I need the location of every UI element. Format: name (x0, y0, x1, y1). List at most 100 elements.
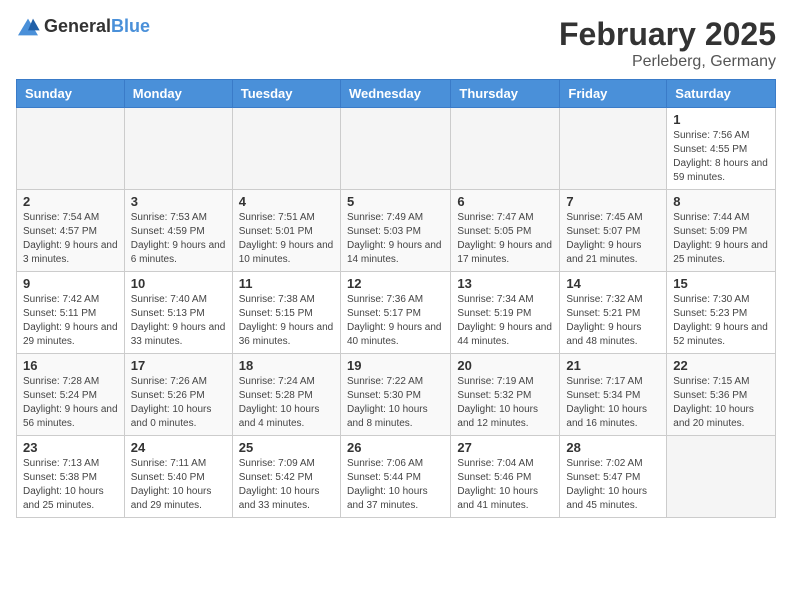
day-number: 24 (131, 440, 226, 455)
day-info: Sunrise: 7:42 AM Sunset: 5:11 PM Dayligh… (23, 293, 118, 349)
calendar-cell (232, 108, 340, 190)
day-info: Sunrise: 7:28 AM Sunset: 5:24 PM Dayligh… (23, 375, 118, 431)
calendar-cell: 26 Sunrise: 7:06 AM Sunset: 5:44 PM Dayli… (340, 436, 450, 518)
calendar-cell (451, 108, 560, 190)
day-number: 19 (347, 358, 444, 373)
calendar-cell: 3Sunrise: 7:53 AM Sunset: 4:59 PM Daylig… (124, 190, 232, 272)
week-row-5: 23Sunrise: 7:13 AM Sunset: 5:38 PM Dayli… (17, 436, 776, 518)
calendar-cell: 13 Sunrise: 7:34 AM Sunset: 5:19 PM Dayli… (451, 272, 560, 354)
day-number: 28 (566, 440, 660, 455)
day-info: Sunrise: 7:11 AM Sunset: 5:40 PM Dayligh… (131, 457, 226, 513)
day-number: 5 (347, 194, 444, 209)
day-info: Sunrise: 7:22 AM Sunset: 5:30 PM Dayligh… (347, 375, 444, 431)
day-number: 25 (239, 440, 334, 455)
title-area: February 2025 Perleberg, Germany (559, 16, 776, 71)
calendar-cell: 2Sunrise: 7:54 AM Sunset: 4:57 PM Daylig… (17, 190, 125, 272)
calendar-table: SundayMondayTuesdayWednesdayThursdayFrid… (16, 79, 776, 518)
day-number: 14 (566, 276, 660, 291)
day-info: Sunrise: 7:32 AM Sunset: 5:21 PM Dayligh… (566, 293, 660, 349)
day-info: Sunrise: 7:26 AM Sunset: 5:26 PM Dayligh… (131, 375, 226, 431)
day-number: 3 (131, 194, 226, 209)
day-info: Sunrise: 7:38 AM Sunset: 5:15 PM Dayligh… (239, 293, 334, 349)
day-info: Sunrise: 7:19 AM Sunset: 5:32 PM Dayligh… (457, 375, 553, 431)
week-row-1: 1 Sunrise: 7:56 AM Sunset: 4:55 PM Daylig… (17, 108, 776, 190)
calendar-cell: 6 Sunrise: 7:47 AM Sunset: 5:05 PM Daylig… (451, 190, 560, 272)
day-number: 17 (131, 358, 226, 373)
day-number: 9 (23, 276, 118, 291)
day-number: 8 (673, 194, 769, 209)
calendar-cell: 14 Sunrise: 7:32 AM Sunset: 5:21 PM Dayli… (560, 272, 667, 354)
day-number: 23 (23, 440, 118, 455)
calendar-cell: 24 Sunrise: 7:11 AM Sunset: 5:40 PM Dayli… (124, 436, 232, 518)
day-info: Sunrise: 7:40 AM Sunset: 5:13 PM Dayligh… (131, 293, 226, 349)
day-number: 7 (566, 194, 660, 209)
weekday-header-monday: Monday (124, 80, 232, 108)
calendar-cell: 8 Sunrise: 7:44 AM Sunset: 5:09 PM Daylig… (667, 190, 776, 272)
logo-blue-text: Blue (111, 16, 150, 36)
page-header: GeneralBlue February 2025 Perleberg, Ger… (16, 16, 776, 71)
calendar-cell: 21 Sunrise: 7:17 AM Sunset: 5:34 PM Dayli… (560, 354, 667, 436)
weekday-header-wednesday: Wednesday (340, 80, 450, 108)
calendar-cell: 7 Sunrise: 7:45 AM Sunset: 5:07 PM Daylig… (560, 190, 667, 272)
day-number: 16 (23, 358, 118, 373)
calendar-cell: 19 Sunrise: 7:22 AM Sunset: 5:30 PM Dayli… (340, 354, 450, 436)
calendar-cell: 28Sunrise: 7:02 AM Sunset: 5:47 PM Dayli… (560, 436, 667, 518)
calendar-cell: 20 Sunrise: 7:19 AM Sunset: 5:32 PM Dayli… (451, 354, 560, 436)
logo-icon (16, 17, 40, 37)
day-info: Sunrise: 7:54 AM Sunset: 4:57 PM Dayligh… (23, 211, 118, 267)
day-number: 22 (673, 358, 769, 373)
location-title: Perleberg, Germany (559, 53, 776, 71)
day-info: Sunrise: 7:36 AM Sunset: 5:17 PM Dayligh… (347, 293, 444, 349)
day-number: 20 (457, 358, 553, 373)
week-row-2: 2Sunrise: 7:54 AM Sunset: 4:57 PM Daylig… (17, 190, 776, 272)
day-number: 10 (131, 276, 226, 291)
day-info: Sunrise: 7:49 AM Sunset: 5:03 PM Dayligh… (347, 211, 444, 267)
day-number: 6 (457, 194, 553, 209)
logo-general-text: General (44, 16, 111, 36)
calendar-cell: 18 Sunrise: 7:24 AM Sunset: 5:28 PM Dayli… (232, 354, 340, 436)
calendar-cell: 10 Sunrise: 7:40 AM Sunset: 5:13 PM Dayli… (124, 272, 232, 354)
calendar-cell: 9 Sunrise: 7:42 AM Sunset: 5:11 PM Daylig… (17, 272, 125, 354)
week-row-3: 9 Sunrise: 7:42 AM Sunset: 5:11 PM Daylig… (17, 272, 776, 354)
weekday-header-thursday: Thursday (451, 80, 560, 108)
calendar-cell (340, 108, 450, 190)
logo: GeneralBlue (16, 16, 150, 37)
day-number: 27 (457, 440, 553, 455)
calendar-cell: 4Sunrise: 7:51 AM Sunset: 5:01 PM Daylig… (232, 190, 340, 272)
day-info: Sunrise: 7:51 AM Sunset: 5:01 PM Dayligh… (239, 211, 334, 267)
day-info: Sunrise: 7:56 AM Sunset: 4:55 PM Dayligh… (673, 129, 769, 185)
calendar-cell (667, 436, 776, 518)
calendar-cell: 17 Sunrise: 7:26 AM Sunset: 5:26 PM Dayli… (124, 354, 232, 436)
calendar-cell (17, 108, 125, 190)
day-info: Sunrise: 7:34 AM Sunset: 5:19 PM Dayligh… (457, 293, 553, 349)
weekday-header-saturday: Saturday (667, 80, 776, 108)
day-number: 13 (457, 276, 553, 291)
day-info: Sunrise: 7:45 AM Sunset: 5:07 PM Dayligh… (566, 211, 660, 267)
weekday-header-friday: Friday (560, 80, 667, 108)
day-number: 21 (566, 358, 660, 373)
day-number: 18 (239, 358, 334, 373)
day-info: Sunrise: 7:47 AM Sunset: 5:05 PM Dayligh… (457, 211, 553, 267)
day-number: 26 (347, 440, 444, 455)
day-number: 1 (673, 112, 769, 127)
month-title: February 2025 (559, 16, 776, 53)
weekday-header-tuesday: Tuesday (232, 80, 340, 108)
calendar-cell: 23Sunrise: 7:13 AM Sunset: 5:38 PM Dayli… (17, 436, 125, 518)
calendar-cell: 22 Sunrise: 7:15 AM Sunset: 5:36 PM Dayli… (667, 354, 776, 436)
calendar-cell: 15Sunrise: 7:30 AM Sunset: 5:23 PM Dayli… (667, 272, 776, 354)
weekday-header-row: SundayMondayTuesdayWednesdayThursdayFrid… (17, 80, 776, 108)
day-info: Sunrise: 7:09 AM Sunset: 5:42 PM Dayligh… (239, 457, 334, 513)
week-row-4: 16 Sunrise: 7:28 AM Sunset: 5:24 PM Dayli… (17, 354, 776, 436)
calendar-cell: 25 Sunrise: 7:09 AM Sunset: 5:42 PM Dayli… (232, 436, 340, 518)
calendar-cell (560, 108, 667, 190)
calendar-cell: 11Sunrise: 7:38 AM Sunset: 5:15 PM Dayli… (232, 272, 340, 354)
calendar-cell: 27 Sunrise: 7:04 AM Sunset: 5:46 PM Dayli… (451, 436, 560, 518)
day-info: Sunrise: 7:04 AM Sunset: 5:46 PM Dayligh… (457, 457, 553, 513)
day-info: Sunrise: 7:15 AM Sunset: 5:36 PM Dayligh… (673, 375, 769, 431)
day-info: Sunrise: 7:44 AM Sunset: 5:09 PM Dayligh… (673, 211, 769, 267)
day-info: Sunrise: 7:24 AM Sunset: 5:28 PM Dayligh… (239, 375, 334, 431)
weekday-header-sunday: Sunday (17, 80, 125, 108)
day-info: Sunrise: 7:17 AM Sunset: 5:34 PM Dayligh… (566, 375, 660, 431)
calendar-cell: 12Sunrise: 7:36 AM Sunset: 5:17 PM Dayli… (340, 272, 450, 354)
day-info: Sunrise: 7:06 AM Sunset: 5:44 PM Dayligh… (347, 457, 444, 513)
